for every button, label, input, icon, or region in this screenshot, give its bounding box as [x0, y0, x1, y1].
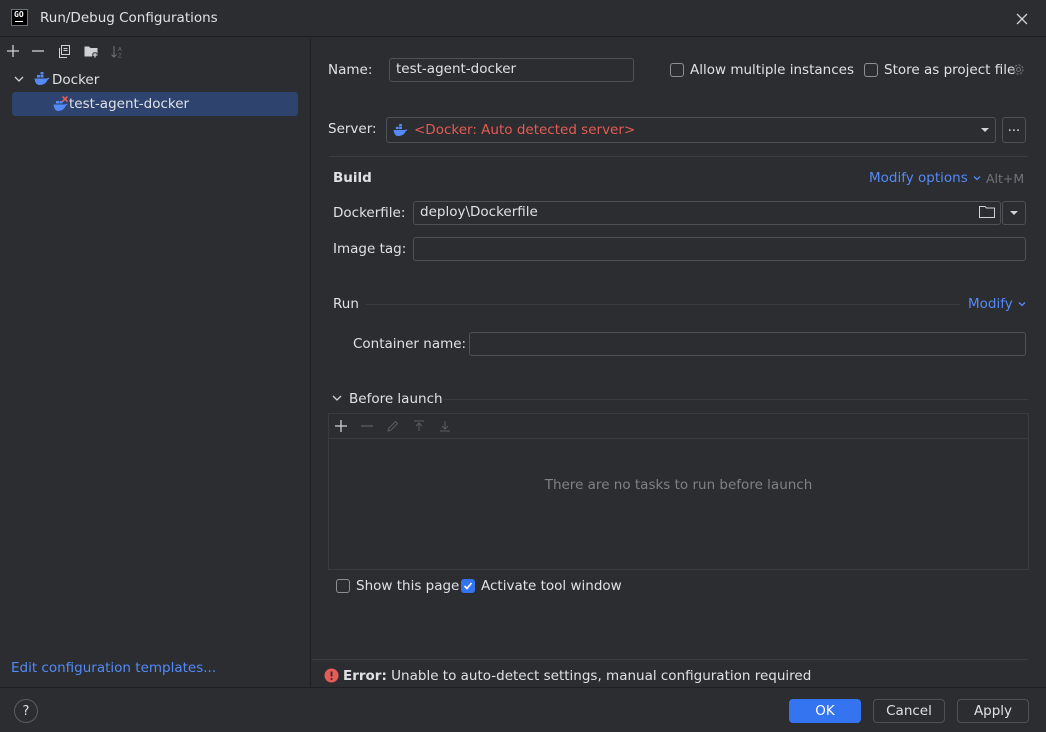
error-message: Error: Unable to auto-detect settings, m…: [343, 668, 811, 684]
move-task-up-button[interactable]: [409, 417, 429, 435]
svg-text:A: A: [118, 47, 122, 53]
folder-add-icon: [84, 46, 98, 58]
build-separator: [329, 156, 1028, 157]
run-separator: [366, 304, 960, 305]
activate-tool-window-label[interactable]: Activate tool window: [481, 578, 622, 594]
plus-icon: [7, 45, 19, 57]
add-task-button[interactable]: [331, 417, 351, 435]
gear-icon[interactable]: [1011, 62, 1026, 77]
folder-icon[interactable]: [979, 205, 995, 219]
arrow-down-icon: [440, 421, 450, 432]
error-detail: Unable to auto-detect settings, manual c…: [386, 668, 812, 684]
docker-icon: [34, 72, 50, 86]
activate-tool-window-checkbox[interactable]: [461, 579, 475, 593]
minus-icon: [32, 50, 44, 52]
move-task-down-button[interactable]: [435, 417, 455, 435]
docker-error-icon: [53, 96, 69, 112]
plus-icon: [335, 420, 347, 432]
error-separator: [312, 659, 1028, 660]
checkmark-icon: [463, 582, 473, 590]
image-tag-field[interactable]: [413, 237, 1026, 261]
name-label: Name:: [328, 62, 373, 78]
modify-options-link[interactable]: Modify options: [869, 170, 982, 186]
copy-configuration-button[interactable]: [54, 38, 74, 64]
configurations-sidebar: [0, 38, 311, 687]
apply-button[interactable]: Apply: [957, 699, 1029, 723]
window-title: Run/Debug Configurations: [40, 10, 218, 26]
sort-button[interactable]: AZ: [107, 38, 127, 64]
server-label: Server:: [328, 121, 377, 137]
image-tag-label: Image tag:: [333, 241, 407, 257]
sort-icon: AZ: [110, 45, 122, 58]
new-folder-button[interactable]: [81, 38, 101, 64]
tree-expand-chevron[interactable]: [13, 73, 25, 85]
error-prefix: Error:: [343, 668, 387, 684]
show-this-page-checkbox[interactable]: [336, 579, 350, 593]
chevron-down-icon: [973, 176, 981, 181]
modify-link[interactable]: Modify: [968, 296, 1027, 312]
server-select[interactable]: <Docker: Auto detected server>: [386, 117, 996, 143]
remove-task-button[interactable]: [357, 417, 377, 435]
close-icon: [1016, 13, 1027, 24]
dropdown-arrow-icon: [1010, 211, 1018, 215]
store-as-project-checkbox[interactable]: [864, 63, 878, 77]
before-launch-toggle[interactable]: [331, 392, 343, 404]
edit-templates-link[interactable]: Edit configuration templates...: [11, 660, 216, 676]
copy-icon: [58, 44, 70, 58]
minus-icon: [361, 425, 373, 427]
edit-task-button[interactable]: [383, 417, 403, 435]
dockerfile-field[interactable]: deploy\Dockerfile: [413, 201, 1001, 225]
build-section-title: Build: [333, 170, 372, 186]
app-logo: GO: [11, 9, 28, 26]
close-button[interactable]: [1011, 8, 1032, 29]
name-field[interactable]: test-agent-docker: [389, 58, 634, 82]
modify-label: Modify: [968, 296, 1013, 312]
error-icon: [324, 668, 339, 683]
sidebar-toolbar: AZ: [0, 38, 311, 64]
chevron-down-icon: [332, 395, 342, 401]
dockerfile-label: Dockerfile:: [333, 205, 406, 221]
show-this-page-label[interactable]: Show this page: [356, 578, 459, 594]
tree-item-label: test-agent-docker: [69, 96, 190, 112]
cancel-button[interactable]: Cancel: [873, 699, 945, 723]
dropdown-arrow-icon: [980, 126, 990, 134]
chevron-down-icon: [14, 76, 24, 82]
server-value: <Docker: Auto detected server>: [414, 122, 636, 138]
container-name-label: Container name:: [353, 336, 467, 352]
ok-button[interactable]: OK: [789, 699, 861, 723]
container-name-field[interactable]: [469, 332, 1026, 356]
add-configuration-button[interactable]: [3, 38, 23, 64]
tree-group-docker[interactable]: Docker: [52, 72, 99, 88]
help-button[interactable]: ?: [14, 699, 38, 723]
arrow-up-icon: [414, 420, 424, 431]
allow-multiple-checkbox[interactable]: [670, 63, 684, 77]
before-launch-empty-text: There are no tasks to run before launch: [544, 477, 813, 493]
run-section-title: Run: [333, 296, 359, 312]
before-launch-toolbar-separator: [329, 438, 1028, 439]
chevron-down-icon: [1018, 302, 1026, 307]
modify-options-shortcut: Alt+M: [986, 171, 1025, 186]
allow-multiple-label[interactable]: Allow multiple instances: [690, 62, 854, 78]
modify-options-label: Modify options: [869, 170, 968, 186]
svg-text:Z: Z: [118, 53, 122, 58]
dockerfile-dropdown-button[interactable]: [1002, 201, 1026, 225]
before-launch-separator: [444, 399, 1028, 400]
pencil-icon: [387, 420, 399, 432]
docker-icon: [393, 123, 408, 137]
store-as-project-label[interactable]: Store as project file: [884, 62, 1015, 78]
before-launch-title: Before launch: [349, 391, 443, 407]
server-more-button[interactable]: ...: [1002, 117, 1026, 143]
remove-configuration-button[interactable]: [28, 38, 48, 64]
